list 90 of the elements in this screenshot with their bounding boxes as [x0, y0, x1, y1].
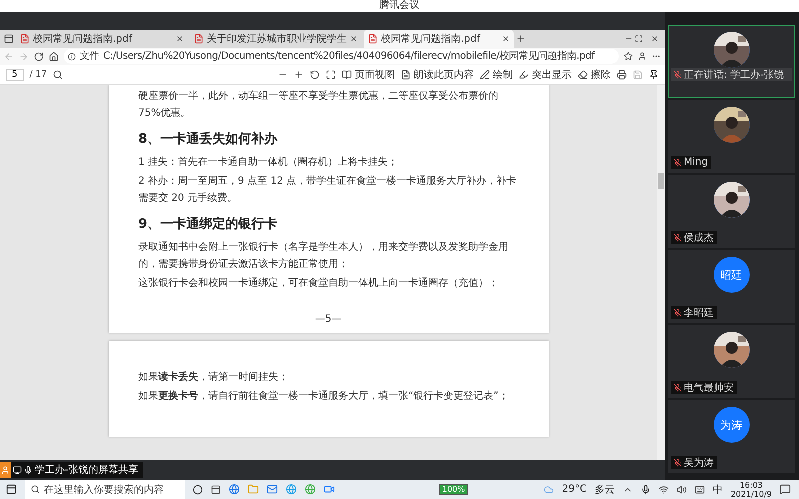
participant-name: 电气最帅安 — [684, 382, 734, 394]
clock-time: 16:03 — [740, 480, 764, 490]
toolbar-button[interactable]: 擦除 — [578, 68, 611, 82]
participant-tile[interactable]: 侯成杰 — [668, 175, 795, 248]
book-icon — [342, 70, 352, 80]
close-icon[interactable] — [651, 35, 659, 43]
search-icon — [31, 485, 40, 494]
participant-tile[interactable]: 昭廷 李昭廷 — [668, 250, 795, 323]
paragraph: 如果更换卡号，请自行前往食堂一楼一卡通服务大厅，填一张“银行卡变更登记表”； — [138, 391, 509, 402]
print-icon[interactable] — [617, 70, 627, 80]
avatar: 为涛 — [714, 407, 750, 443]
info-icon — [68, 52, 76, 60]
participant-name: 吴为涛 — [684, 456, 714, 470]
pdf-icon — [20, 34, 30, 44]
participant-name: 李昭廷 — [684, 306, 714, 320]
weather-text: 多云 — [594, 484, 615, 496]
refresh-icon[interactable] — [34, 52, 44, 62]
muted-mic-icon — [674, 70, 682, 78]
pdf-icon — [194, 34, 204, 44]
participant-tile[interactable]: 正在讲话: 学工办-张锐 — [668, 25, 795, 98]
screen-share-label: 学工办-张锐的屏幕共享 — [0, 462, 143, 478]
mail-icon[interactable] — [267, 484, 278, 495]
rotate-icon[interactable] — [310, 70, 320, 80]
page-number: —5— — [314, 314, 343, 325]
paragraph: 如果读卡丢失，请第一时间挂失； — [138, 372, 288, 383]
volume-icon[interactable] — [676, 484, 687, 494]
keyboard-icon[interactable] — [694, 484, 705, 494]
highlighter-icon — [519, 70, 529, 80]
search-icon[interactable] — [53, 70, 64, 80]
browser-tab[interactable]: 关于印发江苏城市职业学院学生 — [190, 30, 362, 48]
participant-name: 正在讲话: 学工办-张锐 — [684, 68, 784, 82]
mic-icon — [24, 466, 33, 474]
participant-name: Ming — [684, 157, 708, 168]
muted-mic-icon — [674, 158, 682, 166]
toolbar-button[interactable]: 绘制 — [480, 68, 513, 82]
battery-indicator: 100% — [439, 484, 468, 495]
tab-actions-icon[interactable] — [4, 34, 14, 44]
close-icon[interactable] — [350, 35, 358, 43]
browser-tab[interactable]: 校园常见问题指南.pdf — [16, 30, 188, 48]
page-count: / 17 — [30, 70, 48, 80]
new-tab-icon[interactable] — [516, 34, 526, 44]
page-number-field[interactable]: 5 — [6, 68, 24, 80]
clock-date: 2021/10/9 — [730, 490, 772, 498]
task-view-icon[interactable] — [211, 484, 221, 494]
mic-icon — [640, 484, 651, 494]
input-method[interactable]: 中 — [712, 482, 723, 496]
muted-mic-icon — [674, 458, 682, 466]
pdf-icon — [368, 34, 378, 44]
zoom-in-icon[interactable] — [294, 70, 304, 80]
muted-mic-icon — [674, 234, 682, 242]
fit-page-icon[interactable] — [326, 70, 336, 80]
meeting-app-icon[interactable] — [324, 484, 335, 495]
read-aloud-icon — [401, 70, 411, 80]
paragraph: 硬座票价一半，此外，动车组一等座不享受学生票优惠，二等座仅享受公布票价的75%优惠。 — [138, 91, 498, 119]
close-icon[interactable] — [502, 35, 510, 43]
person-icon — [1, 466, 10, 474]
taskbar-search-field[interactable]: 在这里输入你要搜索的内容 — [25, 480, 185, 499]
network-icon[interactable] — [658, 484, 669, 494]
section-heading: 9、一卡通绑定的银行卡 — [138, 216, 279, 234]
pen-icon — [480, 70, 490, 80]
paragraph: 这张银行卡会和校园一卡通绑定，可在食堂自助一体机上向一卡通圈存（充值）； — [138, 278, 498, 289]
section-heading: 8、一卡通丢失如何补办 — [138, 131, 279, 149]
avatar: 昭廷 — [714, 257, 750, 293]
address-bar[interactable]: 文件 C:/Users/Zhu%20Yusong/Documents/tencent%20files/404096064/filerecv/mobilefile/校园常见问题指南.pdf — [64, 49, 619, 64]
paragraph: 录取通知书中会附上一张银行卡（名字是学生本人），用来交学费以及发奖助学金用的，需要携带身份证去激活该卡方能正常使用； — [138, 242, 508, 270]
weather-icon — [544, 484, 554, 494]
home-icon[interactable] — [49, 52, 59, 62]
notification-icon[interactable] — [780, 484, 791, 495]
participant-tile[interactable]: Ming — [668, 100, 795, 173]
toolbar-button[interactable]: 朗读此页内容 — [401, 68, 474, 82]
muted-mic-icon — [674, 308, 682, 316]
participant-tile[interactable]: 为涛 吴为涛 — [668, 400, 795, 473]
toolbar-button[interactable]: 突出显示 — [519, 68, 572, 82]
screen-icon — [13, 466, 22, 474]
participant-name: 侯成杰 — [684, 232, 714, 244]
favorite-icon[interactable] — [624, 52, 633, 61]
browser-tab[interactable]: 校园常见问题指南.pdf — [364, 30, 514, 48]
paragraph: 1 挂失：首先在一卡通自助一体机（圈存机）上将卡挂失； — [138, 157, 398, 168]
paragraph: 2 补办：周一至周五，9 点至 12 点，带学生证在食堂一楼一卡通服务大厅补办，补卡需要交 20 元手续费。 — [138, 176, 517, 204]
participant-tile[interactable]: 电气最帅安 — [668, 325, 795, 398]
pin-icon[interactable] — [649, 70, 659, 80]
scroll-thumb[interactable] — [658, 173, 664, 189]
cortana-icon[interactable] — [193, 484, 203, 494]
close-icon[interactable] — [176, 35, 184, 43]
profile-icon[interactable] — [638, 52, 647, 61]
maximize-icon[interactable] — [635, 35, 643, 43]
toolbar-button[interactable]: 页面视图 — [342, 68, 395, 82]
temperature: 29°C — [562, 484, 587, 495]
muted-mic-icon — [674, 384, 682, 392]
eraser-icon — [578, 70, 588, 80]
